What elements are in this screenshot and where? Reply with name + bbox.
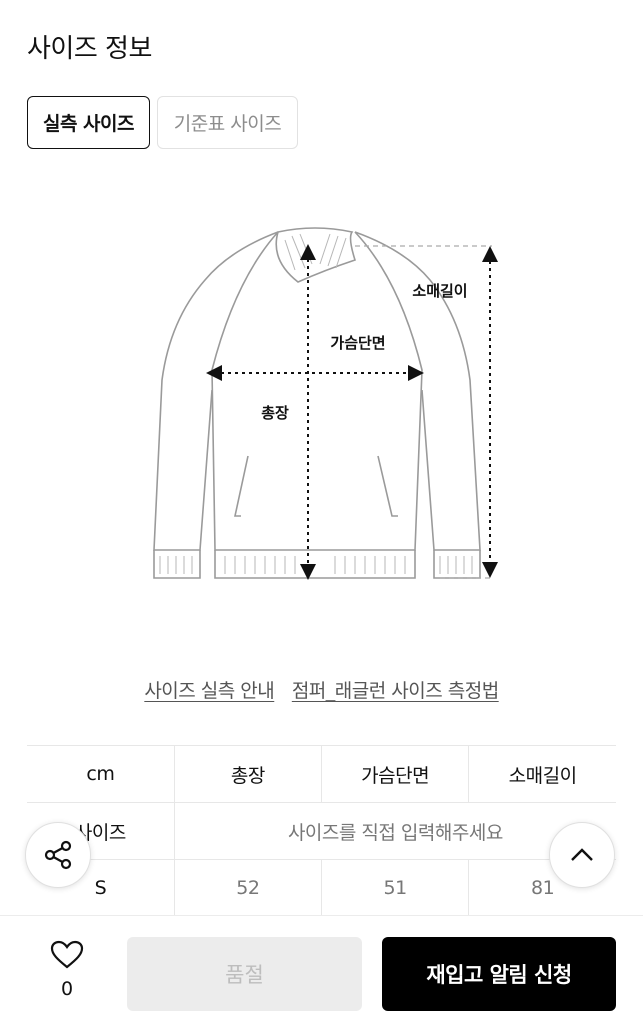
table-row: S 52 51 81 <box>27 859 616 917</box>
soldout-button: 품절 <box>127 937 362 1011</box>
size-input-row: 사이즈 사이즈를 직접 입력해주세요 <box>27 802 616 860</box>
header-unit: cm <box>27 745 175 803</box>
label-chest: 가슴단면 <box>330 334 385 352</box>
length-value: 52 <box>173 859 322 917</box>
bottom-action-bar: 0 품절 재입고 알림 신청 <box>0 915 643 1024</box>
scroll-top-button[interactable] <box>549 822 615 888</box>
label-sleeve: 소매길이 <box>412 282 467 300</box>
jacket-size-diagram: 소매길이 가슴단면 총장 <box>153 227 498 580</box>
label-length: 총장 <box>261 404 289 422</box>
header-chest: 가슴단면 <box>320 745 469 803</box>
share-icon <box>44 840 72 870</box>
header-sleeve: 소매길이 <box>468 745 616 803</box>
jacket-outline <box>153 227 481 579</box>
tab-actual-size[interactable]: 실측 사이즈 <box>27 96 150 149</box>
restock-alert-button[interactable]: 재입고 알림 신청 <box>382 937 616 1011</box>
table-header-row: cm 총장 가슴단면 소매길이 <box>27 745 616 803</box>
like-button[interactable]: 0 <box>37 940 97 1000</box>
chest-value: 51 <box>320 859 469 917</box>
size-table: cm 총장 가슴단면 소매길이 사이즈 사이즈를 직접 입력해주세요 S 52 … <box>27 745 616 917</box>
raglan-measure-method-link[interactable]: 점퍼_래글런 사이즈 측정법 <box>292 680 499 702</box>
heart-icon <box>50 940 84 969</box>
page-title: 사이즈 정보 <box>27 34 152 64</box>
chevron-up-icon <box>571 848 593 861</box>
header-length: 총장 <box>173 745 322 803</box>
share-button[interactable] <box>25 822 91 888</box>
like-count: 0 <box>60 978 74 1000</box>
size-measure-guide-link[interactable]: 사이즈 실측 안내 <box>144 680 274 702</box>
tab-standard-size[interactable]: 기준표 사이즈 <box>157 96 298 149</box>
size-guide-links: 사이즈 실측 안내 점퍼_래글런 사이즈 측정법 <box>0 676 643 703</box>
